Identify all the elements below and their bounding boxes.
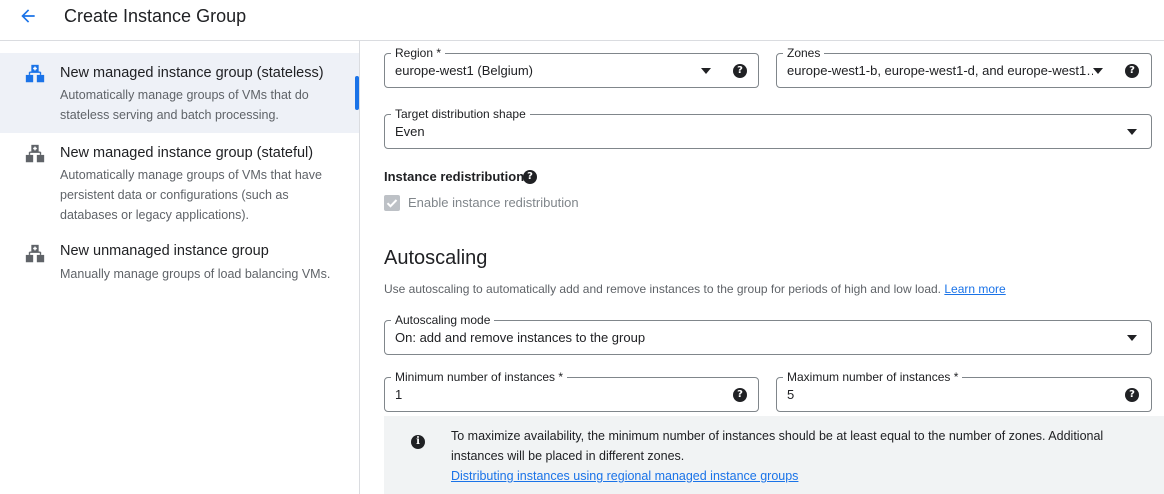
help-icon[interactable]: ? [1125,64,1139,78]
scrollbar-thumb[interactable] [355,76,359,110]
help-icon[interactable]: ? [1125,388,1139,402]
min-instances-label: Minimum number of instances * [391,370,568,384]
option-unmanaged[interactable]: New unmanaged instance group Manually ma… [0,229,359,301]
group-type-sidebar: New managed instance group (stateless) A… [0,41,360,494]
option-description: Manually manage groups of load balancing… [60,267,331,281]
option-title: New managed instance group (stateless) [60,65,324,81]
autoscaling-heading: Autoscaling [384,247,488,269]
help-icon[interactable]: ? [733,388,747,402]
redistribution-label: Instance redistribution [384,169,525,184]
arrow-back-icon [21,9,35,23]
instance-group-icon [25,64,45,83]
option-title: New unmanaged instance group [60,243,269,259]
back-button[interactable] [14,3,42,29]
option-title: New managed instance group (stateful) [60,145,314,161]
autoscaling-description-text: Use autoscaling to automatically add and… [384,282,942,296]
check-icon [386,199,398,208]
option-managed-stateless[interactable]: New managed instance group (stateless) A… [0,53,359,133]
distributing-instances-link[interactable]: Distributing instances using regional ma… [451,466,798,486]
region-select[interactable]: Region * europe-west1 (Belgium) ? [384,46,759,88]
help-icon[interactable]: ? [733,64,747,78]
distribution-shape-select[interactable]: Target distribution shape Even [384,107,1152,149]
page-header: Create Instance Group [0,0,1164,41]
zones-value: europe-west1-b, europe-west1-d, and euro… [787,63,1093,78]
autoscaling-mode-select[interactable]: Autoscaling mode On: add and remove inst… [384,313,1152,355]
page-title: Create Instance Group [64,6,247,26]
redistribution-checkbox[interactable] [384,195,400,211]
option-description: Automatically manage groups of VMs that … [60,88,309,122]
zones-select[interactable]: Zones europe-west1-b, europe-west1-d, an… [776,46,1152,88]
dropdown-arrow-icon [701,68,711,74]
zones-label: Zones [783,46,825,60]
max-instances-input[interactable]: Maximum number of instances * 5 ? [776,370,1152,412]
region-value: europe-west1 (Belgium) [395,63,534,78]
availability-info-box: i To maximize availability, the minimum … [384,416,1164,494]
dropdown-arrow-icon [1127,129,1137,135]
max-instances-label: Maximum number of instances * [783,370,963,384]
info-icon: i [411,435,425,449]
max-instances-value: 5 [787,387,795,402]
distribution-value: Even [395,124,425,139]
autoscaling-mode-label: Autoscaling mode [391,313,495,327]
distribution-label: Target distribution shape [391,107,530,121]
redistribution-checkbox-label: Enable instance redistribution [408,195,579,210]
learn-more-link[interactable]: Learn more [944,282,1005,296]
dropdown-arrow-icon [1093,68,1103,74]
instance-group-icon [25,144,45,163]
instance-group-icon [25,244,45,263]
autoscaling-description: Use autoscaling to automatically add and… [384,282,1006,296]
region-label: Region * [391,46,446,60]
autoscaling-mode-value: On: add and remove instances to the grou… [395,330,646,345]
main-form: Region * europe-west1 (Belgium) ? Zones … [360,41,1164,494]
min-instances-input[interactable]: Minimum number of instances * 1 ? [384,370,759,412]
dropdown-arrow-icon [1127,335,1137,341]
option-description: Automatically manage groups of VMs that … [60,168,322,222]
info-text: To maximize availability, the minimum nu… [451,429,1104,463]
min-instances-value: 1 [395,387,403,402]
help-icon[interactable]: ? [523,170,537,184]
option-managed-stateful[interactable]: New managed instance group (stateful) Au… [0,133,359,225]
